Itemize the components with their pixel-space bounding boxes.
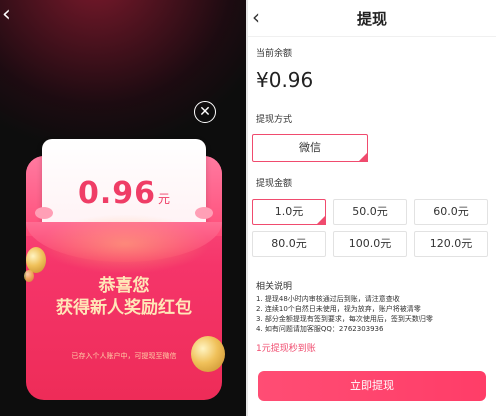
amount-option-label: 50.0元 — [352, 205, 388, 218]
balance-value: ¥0.96 — [256, 68, 314, 92]
amount-option-label: 120.0元 — [429, 237, 473, 250]
amount-option[interactable]: 1.0元 — [252, 199, 326, 225]
method-option-wechat[interactable]: 微信 — [252, 134, 368, 162]
amount-option-label: 100.0元 — [348, 237, 392, 250]
amount-option-label: 60.0元 — [433, 205, 469, 218]
amount-label: 提现金额 — [256, 179, 293, 189]
promo-text: 1元提现秒到账 — [256, 344, 316, 354]
note-item: 4. 如有问题请加客服QQ：2762303936 — [256, 325, 384, 333]
note-item: 2. 连续10个自然日未使用，视为放弃，账户将被清零 — [256, 305, 421, 313]
bow-left-decoration — [35, 207, 53, 219]
gold-coin-icon — [191, 336, 225, 372]
close-icon[interactable]: ✕ — [194, 101, 216, 123]
method-option-label: 微信 — [299, 141, 321, 154]
amount-option[interactable]: 80.0元 — [252, 231, 326, 257]
withdraw-button[interactable]: 立即提现 — [258, 371, 486, 401]
gold-coin-icon — [24, 270, 34, 282]
background-glow — [0, 0, 270, 140]
note-item: 3. 部分金额提现有签到要求，每次使用后，签到天数归零 — [256, 315, 433, 323]
amount-option-label: 1.0元 — [274, 205, 304, 218]
congrats-text: 恭喜您 — [98, 276, 150, 296]
close-glyph: ✕ — [199, 104, 211, 120]
balance-label: 当前余额 — [256, 49, 293, 59]
envelope-glow — [40, 214, 210, 274]
amount-option[interactable]: 60.0元 — [414, 199, 488, 225]
page-title: 提现 — [356, 10, 387, 28]
amount-option-label: 80.0元 — [271, 237, 307, 250]
reward-amount-unit: 元 — [158, 192, 171, 206]
selected-corner-mark — [316, 215, 326, 225]
reward-amount: 0.96 元 — [42, 176, 206, 216]
header-divider — [248, 36, 496, 37]
amount-option[interactable]: 100.0元 — [333, 231, 407, 257]
method-label: 提现方式 — [256, 115, 293, 125]
amount-option[interactable]: 120.0元 — [414, 231, 488, 257]
reward-amount-value: 0.96 — [77, 176, 156, 211]
bow-right-decoration — [195, 207, 213, 219]
amount-option[interactable]: 50.0元 — [333, 199, 407, 225]
notes-title: 相关说明 — [256, 282, 293, 292]
note-item: 1. 提现48小时内审核通过后到账，请注意查收 — [256, 295, 400, 303]
selected-corner-mark — [358, 152, 368, 162]
back-arrow-icon[interactable]: ‹ — [2, 2, 26, 30]
reward-title: 获得新人奖励红包 — [56, 298, 192, 318]
